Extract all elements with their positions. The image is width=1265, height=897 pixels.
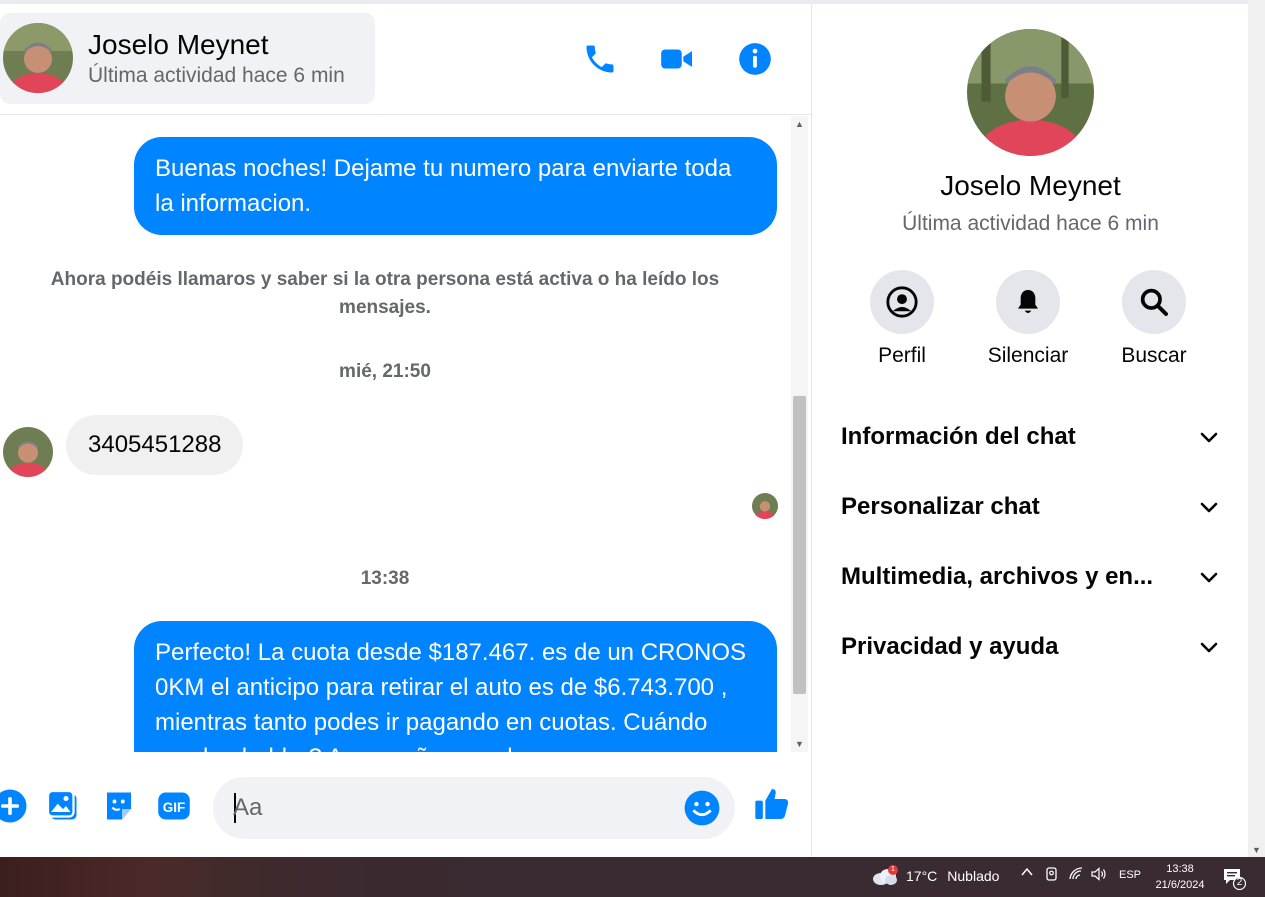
profile-action-button[interactable]: Perfil (847, 270, 957, 368)
chat-pane: Joselo Meynet Última actividad hace 6 mi… (0, 4, 811, 857)
search-action-circle[interactable] (1122, 270, 1186, 334)
profile-action-label: Perfil (878, 344, 926, 367)
scroll-up-arrow-icon[interactable]: ▲ (791, 116, 808, 132)
section-privacy-help[interactable]: Privacidad y ayuda (841, 627, 1221, 667)
header-contact-card[interactable]: Joselo Meynet Última actividad hace 6 mi… (0, 13, 375, 104)
chevron-down-icon (1200, 572, 1218, 583)
scroll-down-arrow-icon[interactable]: ▼ (791, 736, 808, 752)
photo-gallery-icon (46, 789, 77, 820)
search-action-label: Buscar (1121, 344, 1187, 367)
section-media-files[interactable]: Multimedia, archivos y en... (841, 557, 1221, 597)
weather-temperature: 17°C (906, 868, 938, 884)
notification-count: 2 (1236, 877, 1243, 888)
timestamp-separator: mié, 21:50 (339, 361, 431, 382)
message-list[interactable]: Buenas noches! Dejame tu numero para env… (0, 116, 790, 752)
system-clock[interactable]: 13:38 21/6/2024 (1150, 861, 1210, 893)
scroll-thumb[interactable] (793, 396, 806, 694)
timestamp-separator: 13:38 (360, 568, 410, 589)
plus-circle-icon (0, 789, 27, 823)
info-icon (739, 43, 771, 75)
contact-name[interactable]: Joselo Meynet (88, 29, 269, 61)
meet-now-button[interactable] (1045, 866, 1059, 885)
more-actions-button[interactable] (0, 786, 30, 826)
conversation-info-panel: Joselo Meynet Última actividad hace 6 mi… (811, 4, 1248, 857)
message-scrollbar[interactable]: ▲ ▼ (791, 116, 808, 752)
contact-status: Última actividad hace 6 min (88, 64, 345, 87)
section-label: Privacidad y ayuda (841, 633, 1059, 660)
conversation-info-button[interactable] (734, 38, 776, 80)
clock-date: 21/6/2024 (1155, 879, 1205, 891)
show-hidden-icons-button[interactable] (1020, 865, 1034, 882)
weather-description: Nublado (947, 868, 1000, 884)
profile-action-circle[interactable] (870, 270, 934, 334)
section-label: Personalizar chat (841, 493, 1040, 520)
profile-name: Joselo Meynet (940, 170, 1121, 201)
section-chat-info[interactable]: Información del chat (841, 417, 1221, 457)
section-customize-chat[interactable]: Personalizar chat (841, 487, 1221, 527)
message-input[interactable] (233, 777, 673, 839)
chevron-down-icon (1200, 432, 1218, 443)
network-button[interactable] (1069, 867, 1085, 884)
message-sender-avatar[interactable] (3, 427, 53, 477)
profile-status: Última actividad hace 6 min (902, 212, 1159, 235)
notification-center-button[interactable]: 2 (1222, 866, 1247, 891)
section-label: Información del chat (841, 423, 1076, 450)
input-language-button[interactable]: ESP (1119, 869, 1141, 881)
windows-taskbar: 17°C Nublado 1 ESP 13:38 21/6/2024 2 (0, 857, 1265, 897)
weather-alert-badge: 1 (888, 865, 898, 875)
chevron-down-icon (1200, 642, 1218, 653)
section-label: Multimedia, archivos y en... (841, 563, 1154, 590)
svg-text:GIF: GIF (163, 800, 186, 815)
sticker-button[interactable] (99, 786, 139, 826)
mute-action-label: Silenciar (987, 344, 1069, 367)
chevron-up-icon (1021, 867, 1033, 876)
read-receipt-avatar (752, 493, 778, 519)
call-button[interactable] (579, 38, 621, 80)
message-input-wrapper[interactable] (213, 777, 735, 839)
chat-header: Joselo Meynet Última actividad hace 6 mi… (0, 4, 811, 115)
incoming-message[interactable]: 3405451288 (66, 415, 244, 475)
smiley-icon (684, 790, 720, 826)
profile-avatar[interactable] (967, 29, 1094, 156)
messenger-window: Joselo Meynet Última actividad hace 6 mi… (0, 0, 1265, 897)
scroll-down-arrow-icon[interactable]: ▼ (1252, 845, 1261, 855)
attach-photo-button[interactable] (43, 786, 83, 826)
system-notice: Ahora podéis llamaros y saber si la otra… (50, 269, 720, 318)
wifi-icon (1069, 867, 1083, 880)
page-scrollbar[interactable]: ▼ (1248, 0, 1265, 857)
video-call-button[interactable] (656, 38, 698, 80)
phone-icon (586, 45, 614, 73)
message-composer: GIF (0, 760, 811, 857)
speaker-icon (1091, 867, 1106, 881)
volume-button[interactable] (1091, 867, 1107, 884)
profile-icon (886, 286, 918, 318)
mute-action-button[interactable]: Silenciar (973, 270, 1083, 368)
search-icon (1140, 288, 1168, 316)
sticker-icon (107, 792, 131, 820)
video-camera-icon (661, 49, 693, 69)
bell-icon (1018, 290, 1038, 313)
gif-button[interactable]: GIF (154, 786, 194, 826)
search-action-button[interactable]: Buscar (1099, 270, 1209, 368)
clock-time: 13:38 (1166, 863, 1194, 875)
outgoing-message[interactable]: Buenas noches! Dejame tu numero para env… (134, 137, 777, 235)
mute-action-circle[interactable] (996, 270, 1060, 334)
contact-avatar[interactable] (3, 23, 73, 93)
outgoing-message[interactable]: Perfecto! La cuota desde $187.467. es de… (134, 621, 777, 752)
chevron-down-icon (1200, 502, 1218, 513)
camera-icon (1046, 867, 1057, 881)
gif-icon: GIF (158, 792, 190, 820)
like-button[interactable] (752, 784, 792, 824)
thumbs-up-icon (755, 789, 789, 819)
emoji-button[interactable] (683, 789, 721, 827)
